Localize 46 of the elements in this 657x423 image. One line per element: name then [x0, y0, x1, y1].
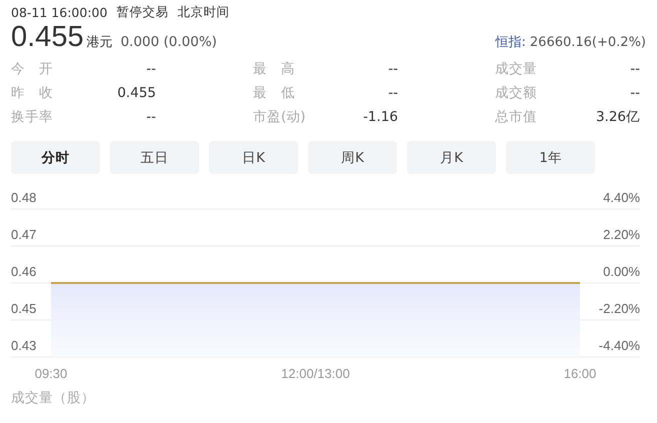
price-axis-label: 0.48	[11, 190, 36, 205]
index-value: 26660.16(+0.2%)	[530, 35, 646, 50]
price-axis-label: 0.47	[11, 227, 36, 242]
price-axis-label: 0.45	[11, 301, 36, 316]
currency-label: 港元	[86, 34, 113, 51]
percent-axis-label: 2.20%	[603, 227, 640, 242]
stat-value: --	[146, 61, 156, 77]
timestamp: 08-11 16:00:00	[11, 4, 108, 20]
stat-value: -1.16	[363, 109, 398, 125]
stat-label: 最 高	[253, 60, 295, 78]
stat-value: --	[388, 61, 398, 77]
time-axis-label: 09:30	[34, 366, 68, 381]
time-axis-label: 16:00	[564, 366, 596, 381]
stock-price: 0.455	[11, 21, 84, 54]
stat-label: 昨 收	[11, 84, 53, 102]
period-tab[interactable]: 周K	[308, 141, 397, 174]
stat-label: 市盈(动)	[253, 108, 306, 126]
stat-label: 换手率	[11, 108, 53, 126]
stat-label: 总市值	[495, 108, 537, 126]
price-axis-label: 0.46	[11, 264, 36, 279]
percent-axis-label: 4.40%	[603, 190, 640, 205]
stat-value: 3.26亿	[596, 108, 640, 126]
stat-label: 最 低	[253, 84, 295, 102]
period-tab[interactable]: 月K	[407, 141, 496, 174]
time-axis-label: 12:00/13:00	[281, 366, 350, 381]
period-tab[interactable]: 1年	[506, 141, 595, 174]
period-tab[interactable]: 日K	[209, 141, 298, 174]
percent-axis-label: -4.40%	[598, 338, 640, 353]
stat-value: --	[630, 85, 640, 101]
stat-value: 0.455	[117, 85, 156, 101]
percent-axis-label: 0.00%	[603, 264, 640, 279]
stat-label: 成交量	[495, 60, 537, 78]
index-link[interactable]: 恒指:	[496, 33, 526, 51]
volume-label: 成交量（股）	[11, 389, 96, 407]
percent-axis-label: -2.20%	[598, 301, 640, 316]
trading-status: 暂停交易	[116, 4, 168, 20]
stat-value: --	[630, 61, 640, 77]
price-change: 0.000 (0.00%)	[120, 34, 217, 50]
stat-label: 成交额	[495, 84, 537, 102]
period-tab[interactable]: 五日	[110, 141, 199, 174]
stat-label: 今 开	[11, 60, 53, 78]
stat-value: --	[146, 109, 156, 125]
period-tab[interactable]: 分时	[11, 141, 100, 174]
timezone-label: 北京时间	[177, 4, 230, 20]
stat-value: --	[388, 85, 398, 101]
price-axis-label: 0.43	[11, 338, 36, 353]
